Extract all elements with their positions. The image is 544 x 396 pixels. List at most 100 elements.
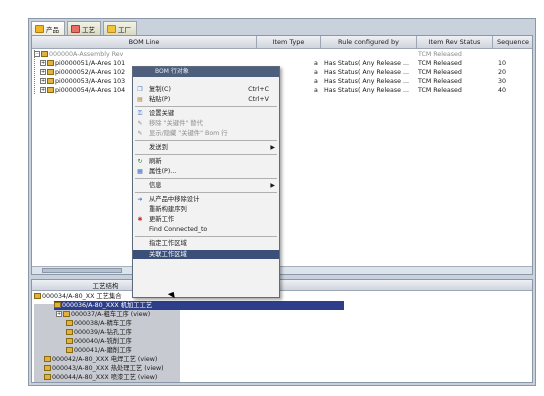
bom-root-status: TCM Released [418, 51, 462, 58]
menu-item-set-key[interactable]: ⚿ 设置关键 [133, 109, 279, 118]
process-icon [34, 293, 41, 299]
column-header-status[interactable]: Item Rev Status [417, 36, 493, 49]
plant-icon [107, 24, 116, 33]
tab-plant[interactable]: 工厂 [103, 21, 137, 35]
menu-item-remove-key-substitute[interactable]: ✎ 移除 "关键件" 替代 [133, 119, 279, 128]
menu-item-remove-design[interactable]: ➜ 从产品中移除设计 [133, 195, 279, 204]
update-icon: ✱ [137, 216, 143, 223]
arrow-right-icon: ➜ [137, 196, 143, 203]
operation-row[interactable]: 000038/A-精车工序 [66, 319, 132, 328]
perspective-tabs: 产品 工艺 工厂 [31, 21, 137, 35]
process-row[interactable]: 000043/A-80_XXX 热处理工艺 (view) [44, 364, 164, 373]
bom-root-row[interactable]: − 000000A-Assembly Rev [34, 50, 123, 59]
application-window: 产品 工艺 工厂 BOM Line Item Type Rule configu… [28, 18, 536, 386]
bom-row-4[interactable]: + pi0000054/A-Ares 104 [40, 86, 125, 95]
menu-item-assign-work-area[interactable]: 指定工作区域 [133, 239, 279, 248]
menu-item-rebuild-sequence[interactable]: 重新构建序列 [133, 205, 279, 214]
paste-icon: ▤ [137, 96, 143, 103]
operation-row[interactable]: 000039/A-钻孔工序 [66, 328, 132, 337]
operation-label: 000038/A-精车工序 [74, 320, 132, 327]
properties-icon: ▦ [137, 168, 143, 175]
bom-line-label: pi0000053/A-Ares 103 [55, 78, 126, 85]
assembly-icon [41, 51, 48, 57]
menu-item-label: 更新工作 [149, 216, 175, 223]
process-label: 000036/A-80_XXX 机加工工艺 [62, 302, 153, 309]
menu-item-label: 从产品中移除设计 [149, 196, 200, 203]
operation-icon [66, 338, 73, 344]
menu-item-show-hide-key-lines[interactable]: ✎ 显示/隐藏 "关键件" Bom 行 [133, 129, 279, 138]
tab-product[interactable]: 产品 [31, 21, 65, 35]
menu-item-info[interactable]: 信息 ▶ [133, 181, 279, 190]
expand-icon[interactable]: + [40, 60, 46, 66]
menu-item-label: 显示/隐藏 "关键件" Bom 行 [149, 130, 228, 137]
menu-item-label: 关联工作区域 [149, 251, 187, 258]
bom-row-3[interactable]: + pi0000053/A-Ares 103 [40, 77, 125, 86]
item-type-cell: a [314, 78, 318, 85]
menu-separator [135, 106, 277, 107]
menu-item-find-connected[interactable]: Find Connected_to [133, 225, 279, 234]
operation-row[interactable]: 000041/A-磨削工序 [66, 346, 132, 355]
sequence-cell: 10 [498, 60, 507, 67]
column-header-sequence[interactable]: Sequence [493, 36, 532, 49]
menu-item-properties[interactable]: ▦ 属性(P)... [133, 167, 279, 176]
tab-process-label: 工艺 [82, 25, 95, 34]
process-icon [71, 24, 80, 33]
process-label: 000043/A-80_XXX 热处理工艺 (view) [52, 365, 164, 372]
menu-item-refresh[interactable]: ↻ 刷新 [133, 157, 279, 166]
process-icon [54, 302, 61, 308]
item-type-cell: a [314, 69, 318, 76]
operation-label: 000037/A-粗车工序 (view) [71, 311, 151, 318]
menu-item-label: 设置关键 [149, 110, 175, 117]
expand-icon[interactable]: + [56, 311, 62, 317]
process-label: 000034/A-80_XX 工艺集合 [42, 293, 122, 300]
scrollbar-thumb[interactable] [42, 268, 122, 273]
bom-line-label: pi0000054/A-Ares 104 [55, 87, 126, 94]
product-icon [35, 24, 44, 33]
bom-line-label: pi0000051/A-Ares 101 [55, 60, 126, 67]
copy-icon: ❐ [137, 86, 143, 93]
part-icon [47, 60, 54, 66]
horizontal-scrollbar[interactable] [32, 266, 532, 274]
tab-process[interactable]: 工艺 [67, 21, 101, 35]
sequence-cell: 20 [498, 69, 507, 76]
rule-cell: Has Status( Any Release ... [324, 69, 410, 76]
expand-icon[interactable]: + [40, 69, 46, 75]
operation-row[interactable]: 000040/A-铣削工序 [66, 337, 132, 346]
menu-separator [135, 154, 277, 155]
bom-row-1[interactable]: + pi0000051/A-Ares 101 [40, 59, 125, 68]
process-icon [44, 374, 51, 380]
column-header-rule[interactable]: Rule configured by [321, 36, 417, 49]
menu-item-shortcut: Ctrl+V [248, 96, 269, 103]
expand-icon[interactable]: + [40, 78, 46, 84]
column-header-item-type[interactable]: Item Type [257, 36, 321, 49]
menu-item-label: 指定工作区域 [149, 240, 187, 247]
operation-label: 000039/A-钻孔工序 [74, 329, 132, 336]
submenu-arrow-icon: ▶ [270, 182, 275, 189]
column-header-bom-line[interactable]: BOM Line [32, 36, 257, 49]
process-row[interactable]: 000034/A-80_XX 工艺集合 [34, 292, 122, 301]
menu-item-copy[interactable]: ❐ 复制(C) Ctrl+C [133, 85, 279, 94]
remove-icon: ✎ [137, 120, 143, 127]
menu-separator [135, 178, 277, 179]
menu-item-link-work-area[interactable]: 关联工作区域 [133, 250, 279, 259]
show-hide-icon: ✎ [137, 130, 143, 137]
menu-item-update-work[interactable]: ✱ 更新工作 [133, 215, 279, 224]
menu-item-label: 发送到 [149, 144, 168, 151]
menu-item-send-to[interactable]: 发送到 ▶ [133, 143, 279, 152]
item-type-cell: a [314, 87, 318, 94]
key-icon: ⚿ [137, 110, 143, 117]
collapse-icon[interactable]: − [34, 51, 40, 57]
menu-item-paste[interactable]: ▤ 粘贴(P) Ctrl+V [133, 95, 279, 104]
bom-row-2[interactable]: + pi0000052/A-Ares 102 [40, 68, 125, 77]
process-row[interactable]: 000044/A-80_XXX 喷漆工艺 (view) [44, 373, 157, 382]
operation-row[interactable]: +000037/A-粗车工序 (view) [56, 310, 150, 319]
expand-icon[interactable]: + [40, 87, 46, 93]
menu-item-label: 属性(P)... [149, 168, 177, 175]
submenu-arrow-icon: ▶ [270, 144, 275, 151]
status-cell: TCM Released [418, 60, 462, 67]
process-row[interactable]: 000042/A-80_XXX 电焊工艺 (view) [44, 355, 157, 364]
process-row-selected[interactable]: 000036/A-80_XXX 机加工工艺 [54, 301, 344, 310]
status-cell: TCM Released [418, 78, 462, 85]
rule-cell: Has Status( Any Release ... [324, 78, 410, 85]
part-icon [47, 78, 54, 84]
